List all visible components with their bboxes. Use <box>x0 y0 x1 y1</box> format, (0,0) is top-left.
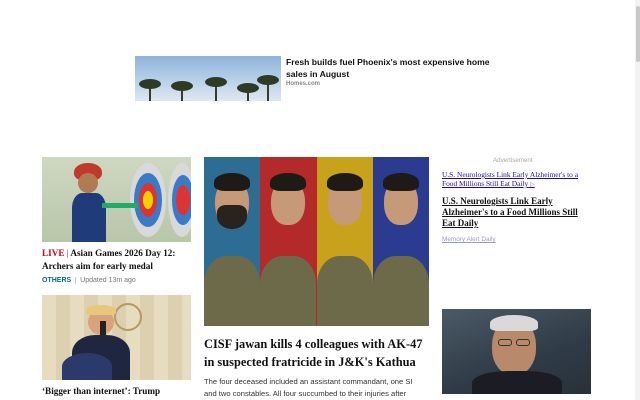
ad-source[interactable]: Memory Alert Daily <box>442 236 496 243</box>
scrollbar-thumb[interactable] <box>636 6 640 62</box>
ad-image-alt-text[interactable]: U.S. Neurologists Link Early Alzheimer's… <box>442 170 578 188</box>
lead-image-panel-1 <box>204 157 261 326</box>
lead-story-summary: The four deceased included an assistant … <box>204 377 413 398</box>
archery-headline[interactable]: LIVE | Asian Games 2026 Day 12: Archers ai… <box>42 247 191 272</box>
sponsored-top-card[interactable]: Fresh builds fuel Phoenix's most expensi… <box>135 56 515 102</box>
lead-story-image[interactable] <box>204 157 429 326</box>
sponsored-top-source: Homes.com <box>286 81 321 87</box>
trump-story-image[interactable] <box>42 295 191 380</box>
category-link[interactable]: OTHERS <box>42 277 77 284</box>
ad-choices-icon[interactable]: ▷ <box>530 182 535 188</box>
updated-time: Updated 13m ago <box>80 277 136 284</box>
right-story-image[interactable] <box>442 309 591 394</box>
ad-title[interactable]: U.S. Neurologists Link Early Alzheimer's… <box>442 196 592 229</box>
ad-broken-image-link[interactable]: U.S. Neurologists Link Early Alzheimer's… <box>442 170 592 190</box>
live-label: LIVE <box>42 248 65 258</box>
lead-image-panel-4 <box>372 157 429 326</box>
lead-image-panel-3 <box>316 157 373 326</box>
trump-headline[interactable]: ‘Bigger than internet’: Trump doubles do… <box>42 385 191 400</box>
story-meta: OTHERS Updated 13m ago <box>42 277 136 284</box>
lead-image-panel-2 <box>260 157 317 326</box>
lead-story-title[interactable]: CISF jawan kills 4 colleagues with AK-47… <box>204 336 432 371</box>
sponsored-top-headline[interactable]: Fresh builds fuel Phoenix's most expensi… <box>286 56 505 80</box>
sponsored-top-image[interactable] <box>135 56 281 101</box>
live-separator: | <box>66 248 69 258</box>
page-scrollbar[interactable] <box>635 0 640 400</box>
archery-story-image[interactable] <box>42 157 191 242</box>
advertisement-label: Advertisement <box>493 157 533 164</box>
